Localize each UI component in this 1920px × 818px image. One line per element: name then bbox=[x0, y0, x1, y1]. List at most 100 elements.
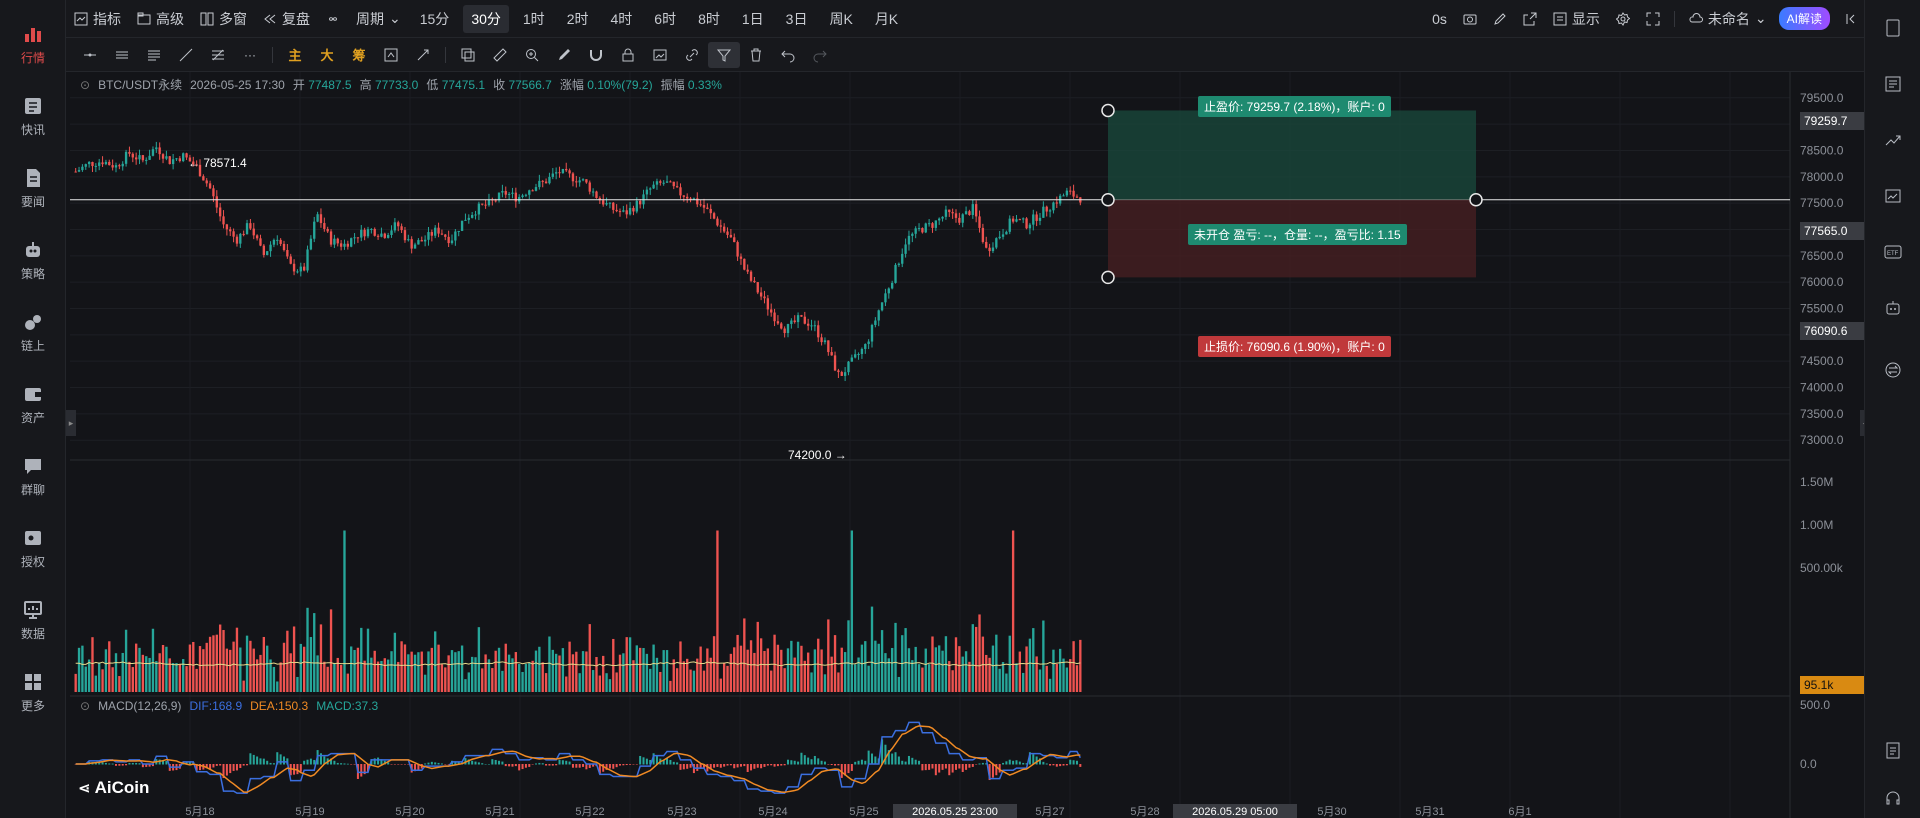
candle-body bbox=[1022, 218, 1025, 220]
big-order-toggle[interactable]: 大 bbox=[311, 42, 343, 68]
formula-tool[interactable] bbox=[407, 42, 439, 68]
image-tool[interactable] bbox=[644, 42, 676, 68]
nav-item-6[interactable]: 群聊 bbox=[0, 446, 66, 506]
infinite-button[interactable] bbox=[318, 5, 348, 33]
left-collapse-tab[interactable]: ▸ bbox=[66, 410, 76, 436]
nav-item-4[interactable]: 链上 bbox=[0, 302, 66, 362]
interval-tab[interactable]: 6时 bbox=[646, 5, 684, 33]
chips-toggle[interactable]: 筹 bbox=[343, 42, 375, 68]
compare-tool[interactable] bbox=[375, 42, 407, 68]
copy-tool[interactable] bbox=[452, 42, 484, 68]
multi-window-button[interactable]: 多窗 bbox=[192, 5, 255, 33]
interval-tab[interactable]: 15分 bbox=[412, 5, 458, 33]
candle-body bbox=[803, 316, 806, 324]
brush-tool[interactable] bbox=[548, 42, 580, 68]
fib-tool[interactable] bbox=[202, 42, 234, 68]
candle-body bbox=[464, 219, 467, 221]
interval-tab[interactable]: 1时 bbox=[515, 5, 553, 33]
interval-tab[interactable]: 周K bbox=[821, 5, 860, 33]
volume-bar bbox=[780, 649, 783, 692]
nav-item-8[interactable]: 数据 bbox=[0, 590, 66, 650]
interval-tab[interactable]: 月K bbox=[867, 5, 906, 33]
history-button[interactable] bbox=[1879, 736, 1907, 764]
chart-area[interactable]: 79500.079000.078500.078000.077500.077000… bbox=[66, 72, 1870, 818]
nav-item-1[interactable]: 快讯 bbox=[0, 86, 66, 146]
candle-body bbox=[286, 249, 289, 257]
parallel-lines-tool[interactable] bbox=[106, 42, 138, 68]
export-button[interactable] bbox=[1515, 5, 1545, 33]
volume-bar bbox=[739, 645, 743, 692]
interval-tab[interactable]: 2时 bbox=[559, 5, 597, 33]
position-summary-label[interactable]: 未开仓 盈亏: --，仓量: --，盈亏比: 1.15 bbox=[1188, 224, 1407, 245]
macd-histogram-bar bbox=[249, 753, 252, 765]
time-tick-label: 5月22 bbox=[575, 806, 604, 818]
volume-bar bbox=[874, 640, 877, 692]
delete-tool[interactable] bbox=[740, 42, 772, 68]
nav-item-7[interactable]: 授权 bbox=[0, 518, 66, 578]
interval-tab[interactable]: 8时 bbox=[690, 5, 728, 33]
edit-button[interactable] bbox=[1485, 5, 1515, 33]
macd-histogram-bar bbox=[860, 759, 863, 765]
zoom-tool[interactable] bbox=[516, 42, 548, 68]
collapse-button[interactable] bbox=[1834, 5, 1864, 33]
interval-tab[interactable]: 1日 bbox=[734, 5, 772, 33]
candle-body bbox=[843, 372, 847, 376]
volume-bar bbox=[554, 653, 558, 692]
nav-item-3[interactable]: 策略 bbox=[0, 230, 66, 290]
trend-button[interactable] bbox=[1879, 126, 1907, 154]
symbol-toggle-icon[interactable]: ⊙ bbox=[80, 78, 90, 92]
support-button[interactable] bbox=[1879, 784, 1907, 812]
horizontal-line-tool[interactable] bbox=[74, 42, 106, 68]
advanced-button[interactable]: 高级 bbox=[129, 5, 192, 33]
ruler-tool[interactable] bbox=[484, 42, 516, 68]
lock-tool[interactable] bbox=[612, 42, 644, 68]
nav-item-0[interactable]: 行情 bbox=[0, 14, 66, 74]
magnet-tool[interactable] bbox=[580, 42, 612, 68]
filter-tool[interactable] bbox=[708, 41, 740, 68]
settings-button[interactable] bbox=[1608, 5, 1638, 33]
main-indicator-toggle[interactable]: 主 bbox=[279, 42, 311, 68]
camera-button[interactable] bbox=[1455, 5, 1485, 33]
link-tool[interactable] bbox=[676, 42, 708, 68]
replay-button[interactable]: 复盘 bbox=[255, 5, 318, 33]
take-profit-label[interactable]: 止盈价: 79259.7 (2.18%)，账户: 0 bbox=[1198, 96, 1391, 117]
ai-analysis-button[interactable]: AI解读 bbox=[1775, 5, 1834, 33]
volume-bar bbox=[165, 646, 168, 692]
undo-button[interactable] bbox=[772, 42, 804, 68]
interval-tab[interactable]: 30分 bbox=[463, 4, 509, 33]
redo-button[interactable] bbox=[804, 42, 836, 68]
trend-line-tool[interactable] bbox=[170, 42, 202, 68]
candle-body bbox=[390, 230, 393, 235]
period-dropdown[interactable]: 周期 ⌄ bbox=[348, 5, 409, 33]
nav-item-9[interactable]: 更多 bbox=[0, 662, 66, 722]
display-button[interactable]: 显示 bbox=[1545, 5, 1608, 33]
nav-item-5[interactable]: 资产 bbox=[0, 374, 66, 434]
macd-histogram-bar bbox=[817, 758, 820, 765]
volume-bar bbox=[222, 630, 225, 692]
candle-body bbox=[165, 156, 168, 159]
chart-panel-button[interactable] bbox=[1879, 182, 1907, 210]
countdown: 0s bbox=[1432, 10, 1447, 27]
interval-tab[interactable]: 3日 bbox=[778, 5, 816, 33]
candle-body bbox=[578, 180, 581, 183]
layout-dropdown[interactable]: 未命名 ⌄ bbox=[1681, 5, 1775, 33]
macd-settings-icon[interactable]: ⊙ bbox=[80, 699, 90, 713]
channel-tool[interactable] bbox=[138, 42, 170, 68]
ruler-icon bbox=[493, 47, 507, 62]
nav-item-2[interactable]: 要闻 bbox=[0, 158, 66, 218]
volume-bar bbox=[376, 661, 380, 692]
etf-button[interactable]: ETF bbox=[1879, 238, 1907, 266]
notes-button[interactable] bbox=[1879, 14, 1907, 42]
order-panel-button[interactable] bbox=[1879, 70, 1907, 98]
candle-body bbox=[131, 153, 134, 158]
swap-button[interactable] bbox=[1879, 356, 1907, 384]
more-tools[interactable]: ··· bbox=[234, 42, 266, 68]
bot-button[interactable] bbox=[1879, 294, 1907, 322]
stop-loss-label[interactable]: 止损价: 76090.6 (1.90%)，账户: 0 bbox=[1198, 336, 1391, 357]
indicator-button[interactable]: 指标 bbox=[66, 5, 129, 33]
price-tick-label: 75500.0 bbox=[1800, 302, 1844, 316]
top-toolbar: 指标 高级 多窗 复盘 周期 ⌄ 15分 30分 1时 2时 4时 6时 8时 1日 3日 周K 月… bbox=[66, 0, 1864, 38]
fullscreen-button[interactable] bbox=[1638, 5, 1668, 33]
interval-tab[interactable]: 4时 bbox=[602, 5, 640, 33]
volume-bar bbox=[407, 654, 410, 692]
